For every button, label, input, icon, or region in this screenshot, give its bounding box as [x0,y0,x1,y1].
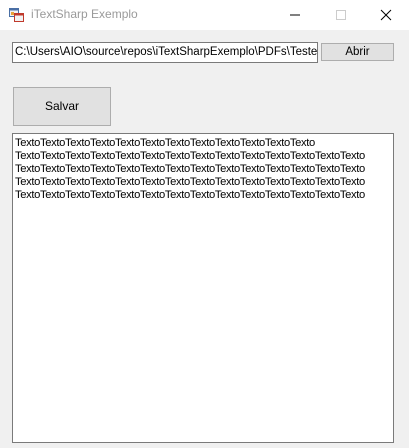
open-button[interactable]: Abrir [321,43,394,61]
text-content-area[interactable]: TextoTextoTextoTextoTextoTextoTextoTexto… [12,133,394,443]
minimize-button[interactable] [272,0,318,30]
title-bar[interactable]: iTextSharp Exemplo [0,0,409,30]
file-path-input[interactable]: C:\Users\AIO\source\repos\iTextSharpExem… [12,42,318,63]
text-line: TextoTextoTextoTextoTextoTextoTextoTexto… [15,176,365,188]
text-line: TextoTextoTextoTextoTextoTextoTextoTexto… [15,137,315,149]
open-button-label: Abrir [345,46,370,58]
window-title: iTextSharp Exemplo [31,7,138,21]
app-window: iTextSharp Exemplo C:\Users\AIO\source\r… [0,0,409,448]
save-button-label: Salvar [44,99,79,113]
text-line: TextoTextoTextoTextoTextoTextoTextoTexto… [15,150,365,162]
close-button[interactable] [363,0,409,30]
text-line: TextoTextoTextoTextoTextoTextoTextoTexto… [15,189,365,201]
save-button[interactable]: Salvar [13,87,111,126]
maximize-button[interactable] [318,0,364,30]
text-line: TextoTextoTextoTextoTextoTextoTextoTexto… [15,163,365,175]
winforms-app-icon [9,8,24,22]
